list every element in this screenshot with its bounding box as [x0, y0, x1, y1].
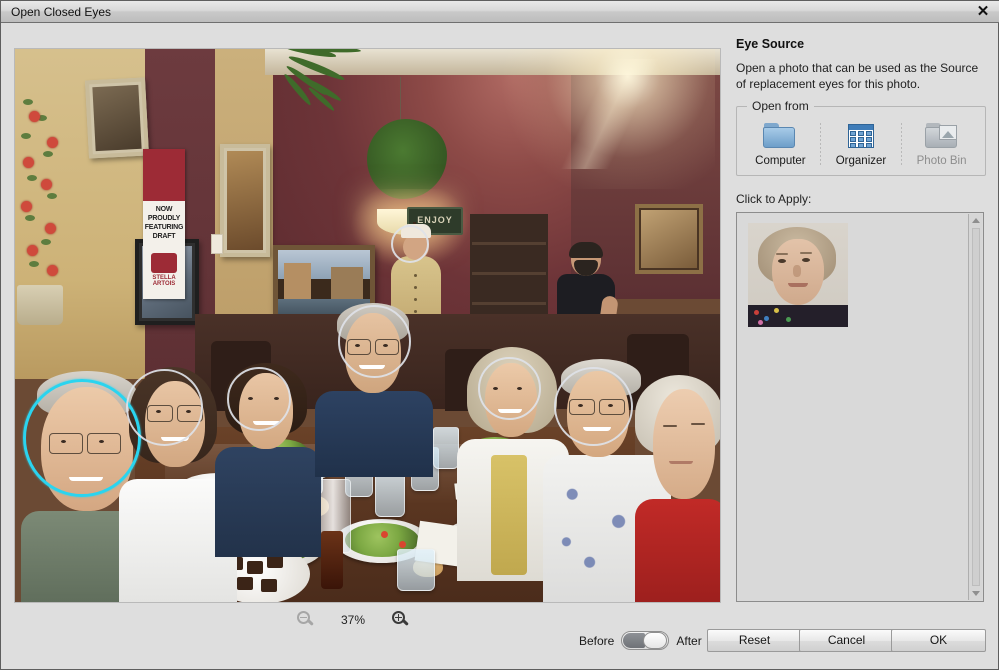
- photo-folder-icon: [924, 121, 959, 151]
- separator: [820, 123, 822, 167]
- open-from-organizer-label: Organizer: [835, 155, 887, 167]
- separator: [900, 123, 902, 167]
- toggle-knob[interactable]: [643, 632, 668, 649]
- face-circle[interactable]: [554, 367, 633, 446]
- banner-brand: STELLA ARTOIS: [152, 275, 176, 287]
- wall-picture: [635, 204, 703, 274]
- open-from-organizer[interactable]: Organizer: [826, 121, 896, 167]
- scrollbar-track[interactable]: [972, 228, 980, 586]
- face-circle[interactable]: [126, 369, 203, 446]
- open-from-computer-label: Computer: [755, 155, 806, 167]
- open-from-computer[interactable]: Computer: [745, 121, 815, 167]
- ok-button[interactable]: OK: [891, 629, 986, 652]
- open-from-group: Open from Computer Organizer Photo Bin: [736, 99, 986, 176]
- person-figure: [635, 375, 720, 602]
- panel-heading: Eye Source: [736, 37, 805, 51]
- before-after-control: Before After: [579, 631, 702, 650]
- wall-picture: [85, 77, 149, 159]
- folder-icon: [763, 121, 797, 151]
- panel-description: Open a photo that can be used as the Sou…: [736, 61, 979, 91]
- face-circle-selected[interactable]: [23, 379, 141, 497]
- open-closed-eyes-dialog: Open Closed Eyes ✕ NOW PROUDLY FEATURING…: [0, 0, 999, 670]
- photo-canvas[interactable]: NOW PROUDLY FEATURING DRAFT STELLA ARTOI…: [14, 48, 721, 603]
- thumbnail-scrollbar[interactable]: [968, 214, 982, 600]
- eye-source-panel: Eye Source Open a photo that can be used…: [736, 37, 986, 602]
- wall-picture: [220, 144, 270, 257]
- cancel-button[interactable]: Cancel: [799, 629, 894, 652]
- click-to-apply-label: Click to Apply:: [736, 192, 812, 206]
- banner-text: NOW PROUDLY FEATURING DRAFT: [144, 206, 184, 240]
- before-after-toggle[interactable]: [621, 631, 670, 650]
- grid-table-icon: [844, 121, 878, 151]
- before-label: Before: [579, 633, 615, 648]
- source-thumbnail[interactable]: [748, 223, 848, 327]
- open-from-legend: Open from: [747, 99, 814, 113]
- face-circle[interactable]: [338, 305, 411, 378]
- after-label: After: [676, 633, 702, 648]
- photo-image: NOW PROUDLY FEATURING DRAFT STELLA ARTOI…: [15, 49, 720, 602]
- face-circle[interactable]: [227, 367, 291, 431]
- close-icon: ✕: [976, 3, 990, 20]
- window-title: Open Closed Eyes: [11, 5, 112, 19]
- title-bar: Open Closed Eyes ✕: [1, 1, 999, 23]
- close-button[interactable]: ✕: [966, 1, 999, 22]
- face-circle[interactable]: [391, 225, 429, 263]
- scroll-up-icon[interactable]: [972, 218, 980, 223]
- scroll-down-icon[interactable]: [972, 591, 980, 596]
- open-from-photo-bin-label: Photo Bin: [916, 155, 967, 167]
- wall-mural: [17, 89, 75, 325]
- open-from-photo-bin[interactable]: Photo Bin: [907, 121, 977, 167]
- dialog-body: NOW PROUDLY FEATURING DRAFT STELLA ARTOI…: [1, 23, 998, 669]
- apply-thumbnail-list[interactable]: [736, 212, 984, 602]
- reset-button[interactable]: Reset: [707, 629, 802, 652]
- dialog-footer: Before After Reset Cancel OK: [1, 623, 998, 669]
- face-circle[interactable]: [478, 357, 541, 420]
- beer-banner: NOW PROUDLY FEATURING DRAFT STELLA ARTOI…: [143, 149, 185, 299]
